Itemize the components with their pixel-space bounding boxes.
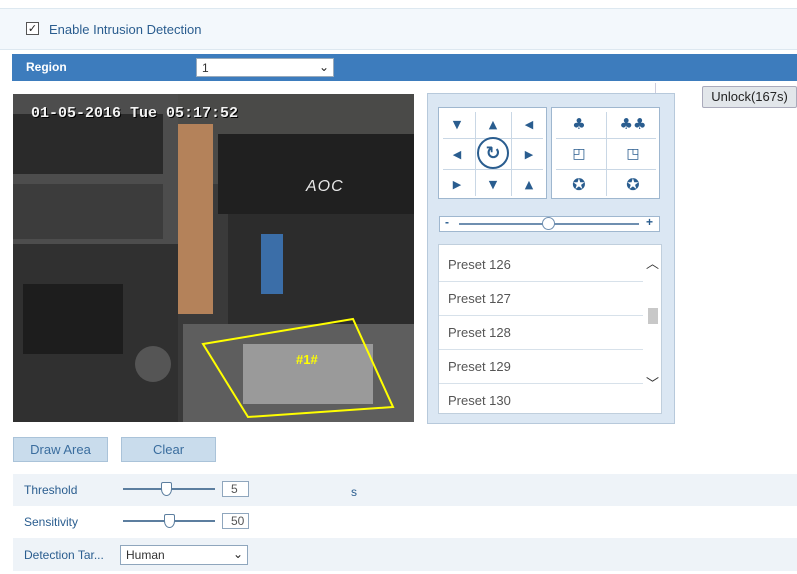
monitor-brand-label: AOC xyxy=(306,178,344,195)
scroll-up-icon[interactable]: ︿ xyxy=(646,253,659,272)
threshold-slider-knob[interactable] xyxy=(161,482,172,496)
threshold-value[interactable]: 5 xyxy=(222,481,249,497)
chevron-down-icon: ⌄ xyxy=(318,60,329,74)
arrow-down-right-icon[interactable]: ▲ xyxy=(516,171,542,197)
enable-intrusion-label[interactable]: Enable Intrusion Detection xyxy=(49,22,201,37)
arrow-down-left-icon[interactable]: ▶ xyxy=(444,171,470,197)
sensitivity-slider-knob[interactable] xyxy=(164,514,175,528)
sensitivity-row: Sensitivity 50 xyxy=(13,506,797,538)
speed-slider-knob[interactable] xyxy=(542,217,555,230)
threshold-unit: s xyxy=(351,485,357,499)
speed-minus-icon[interactable]: - xyxy=(445,215,449,229)
sensitivity-label: Sensitivity xyxy=(24,515,79,529)
preset-item[interactable]: Preset 130 xyxy=(439,384,643,413)
clear-button[interactable]: Clear xyxy=(121,437,216,462)
threshold-row: Threshold 5 s xyxy=(13,474,797,506)
iris-close-icon[interactable]: ✪ xyxy=(620,171,646,197)
chevron-down-icon: ⌄ xyxy=(232,547,243,561)
video-scene xyxy=(13,94,414,422)
preset-item[interactable]: Preset 126 xyxy=(439,248,643,282)
arrow-up-icon[interactable]: ▲ xyxy=(480,111,506,137)
unlock-button[interactable]: Unlock(167s) xyxy=(702,86,797,108)
region-select[interactable]: 1 ⌄ xyxy=(196,58,334,77)
region-label: Region xyxy=(26,60,67,74)
enable-intrusion-checkbox[interactable]: ✓ xyxy=(26,22,39,35)
ptz-direction-block: ▼ ▲ ◀ ◀ ↻ ▶ ▶ ▼ ▲ xyxy=(438,107,547,199)
osd-timestamp: 01-05-2016 Tue 05:17:52 xyxy=(31,105,239,122)
scroll-thumb[interactable] xyxy=(648,308,658,324)
speed-plus-icon[interactable]: + xyxy=(646,215,653,229)
region-bar: Region 1 ⌄ xyxy=(12,54,797,81)
arrow-down-icon[interactable]: ▼ xyxy=(480,171,506,197)
detection-target-label: Detection Tar... xyxy=(24,548,104,562)
focus-far-icon[interactable]: ◳ xyxy=(620,141,646,167)
scroll-down-icon[interactable]: ﹀ xyxy=(646,373,659,392)
zoom-out-icon[interactable]: ♣♣ xyxy=(620,111,647,137)
preset-list[interactable]: Preset 126 Preset 127 Preset 128 Preset … xyxy=(438,244,662,414)
arrow-up-left-icon[interactable]: ▼ xyxy=(444,111,470,137)
arrow-up-right-icon[interactable]: ◀ xyxy=(516,111,542,137)
arrow-left-icon[interactable]: ◀ xyxy=(444,141,470,167)
detection-target-value: Human xyxy=(126,548,165,562)
detection-target-select[interactable]: Human ⌄ xyxy=(120,545,248,565)
preset-scrollbar[interactable]: ︿ ﹀ xyxy=(643,245,661,413)
auto-rotate-icon[interactable]: ↻ xyxy=(477,137,509,169)
preset-item[interactable]: Preset 128 xyxy=(439,316,643,350)
preset-item[interactable]: Preset 127 xyxy=(439,282,643,316)
arrow-right-icon[interactable]: ▶ xyxy=(516,141,542,167)
sensitivity-value[interactable]: 50 xyxy=(222,513,249,529)
focus-near-icon[interactable]: ◰ xyxy=(566,141,592,167)
preset-item[interactable]: Preset 129 xyxy=(439,350,643,384)
live-video-view[interactable]: 01-05-2016 Tue 05:17:52 AOC #1# xyxy=(13,94,414,422)
detection-target-row: Detection Tar... Human ⌄ xyxy=(13,538,797,571)
area-label: #1# xyxy=(296,352,318,367)
enable-row: ✓ Enable Intrusion Detection xyxy=(0,8,797,50)
draw-area-button[interactable]: Draw Area xyxy=(13,437,108,462)
threshold-label: Threshold xyxy=(24,483,78,497)
zoom-in-icon[interactable]: ♣ xyxy=(566,111,592,137)
ptz-lens-block: ♣ ♣♣ ◰ ◳ ✪ ✪ xyxy=(551,107,660,199)
ptz-control-panel: ▼ ▲ ◀ ◀ ↻ ▶ ▶ ▼ ▲ ♣ ♣♣ ◰ ◳ ✪ ✪ - + Prese… xyxy=(427,93,675,424)
iris-open-icon[interactable]: ✪ xyxy=(566,171,592,197)
ptz-speed-slider[interactable]: - + xyxy=(439,215,660,232)
region-select-value: 1 xyxy=(202,61,209,75)
